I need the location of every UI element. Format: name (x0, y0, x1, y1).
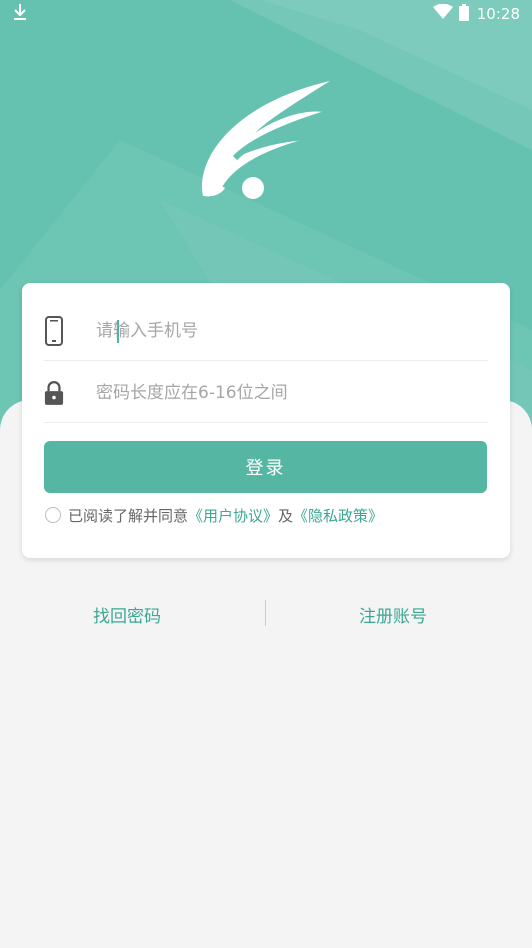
login-button[interactable]: 登录 (44, 441, 487, 493)
status-time: 10:28 (476, 5, 520, 23)
password-field (44, 363, 488, 423)
phone-icon (44, 315, 64, 347)
links-divider (265, 600, 266, 626)
privacy-policy-link[interactable]: 《隐私政策》 (293, 505, 383, 526)
agreement-and-text: 及 (278, 506, 294, 525)
bottom-links: 找回密码 注册账号 (0, 596, 532, 632)
password-input[interactable] (96, 372, 466, 413)
agreement-checkbox[interactable] (45, 507, 61, 523)
download-icon (12, 3, 28, 25)
wifi-icon (432, 3, 453, 24)
forgot-password-link[interactable]: 找回密码 (67, 602, 187, 627)
lock-icon (44, 377, 64, 409)
phone-input[interactable] (96, 310, 466, 351)
status-bar: 10:28 (0, 0, 532, 28)
battery-icon (458, 3, 469, 25)
user-agreement-link[interactable]: 《用户协议》 (188, 505, 278, 526)
login-card: 登录 已阅读了解并同意 《用户协议》 及 《隐私政策》 (22, 283, 510, 558)
text-cursor (117, 320, 119, 343)
phone-field (44, 301, 488, 361)
agreement-row: 已阅读了解并同意 《用户协议》 及 《隐私政策》 (45, 505, 383, 525)
register-link[interactable]: 注册账号 (333, 602, 453, 627)
wing-logo-icon (195, 78, 335, 206)
agreement-text: 已阅读了解并同意 (68, 506, 189, 525)
